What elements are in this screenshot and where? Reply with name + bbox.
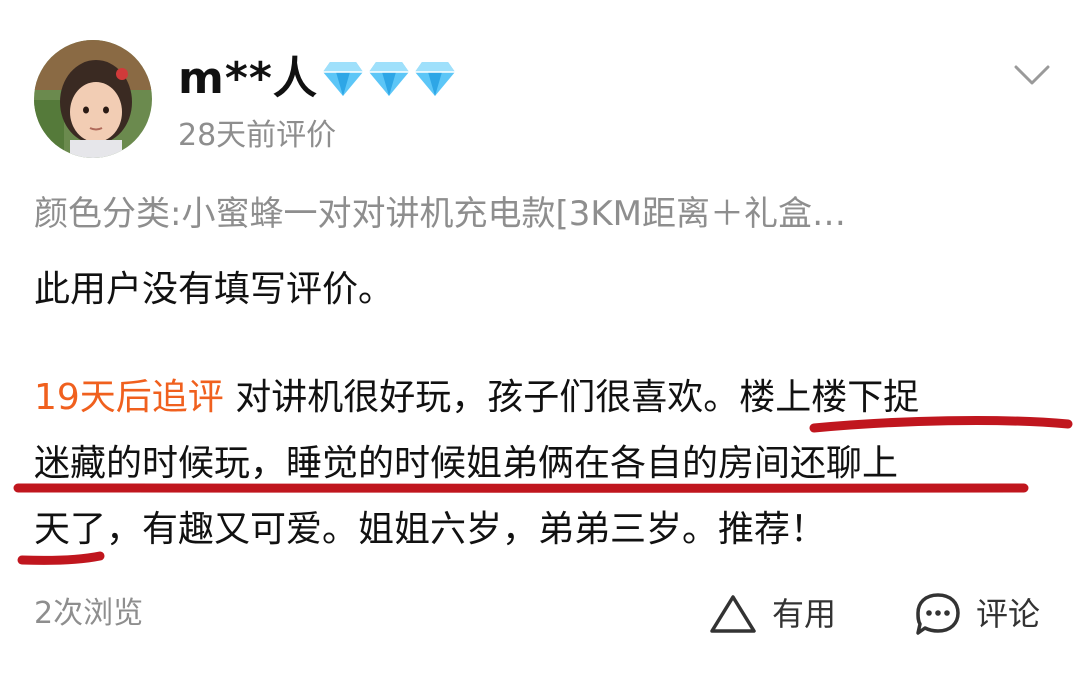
diamond-icon	[415, 62, 455, 96]
followup-tag: 19天后追评	[34, 377, 224, 418]
initial-review-text: 此用户没有填写评价。	[34, 269, 395, 310]
avatar[interactable]	[34, 40, 152, 158]
comment-button[interactable]: 评论	[914, 590, 1040, 638]
followup-line-1: 19天后追评 对讲机很好玩，孩子们很喜欢。楼上楼下捉	[34, 374, 919, 422]
diamond-icon	[369, 62, 409, 96]
helpful-button[interactable]: 有用	[708, 590, 836, 638]
triangle-icon	[710, 595, 756, 633]
sku-spec: 颜色分类:小蜜蜂一对对讲机充电款[3KM距离＋礼盒…	[34, 194, 846, 234]
chat-bubble-icon	[916, 593, 960, 635]
view-count: 2次浏览	[34, 596, 144, 631]
followup-line-2: 迷藏的时候玩，睡觉的时候姐弟俩在各自的房间还聊上	[34, 443, 899, 484]
highlight-annotations	[13, 416, 1073, 565]
avatar-image	[34, 40, 152, 158]
diamond-icon	[323, 62, 363, 96]
review-card: m**人 28天前评价 颜色分类:小蜜蜂一对对讲机充电款[3KM距离＋礼盒… 此…	[0, 0, 1080, 686]
followup-text: 对讲机很好玩，孩子们很喜欢。楼上楼下捉	[235, 377, 920, 418]
review-time: 28天前评价	[178, 118, 337, 153]
comment-label: 评论	[976, 595, 1041, 633]
followup-line-3: 天了，有趣又可爱。姐姐六岁，弟弟三岁。推荐！	[34, 509, 827, 550]
user-badges	[322, 58, 456, 98]
username: m**人	[178, 53, 318, 104]
underline-mark-3	[17, 551, 105, 565]
helpful-label: 有用	[772, 595, 837, 633]
chevron-down-icon[interactable]	[1012, 62, 1052, 88]
